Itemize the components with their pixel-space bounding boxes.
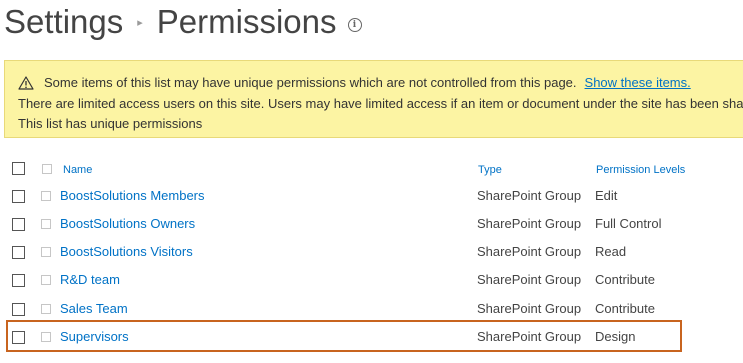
alert-line-unique-items: Some items of this list may have unique … [18,75,691,90]
list-header-row: Name Type Permission Levels [0,154,743,182]
alert-text-unique-items: Some items of this list may have unique … [44,75,577,90]
alert-text-limited-access: There are limited access users on this s… [18,96,743,111]
group-name-link[interactable]: BoostSolutions Members [60,188,205,203]
permission-level: Read [595,244,627,259]
warning-icon [18,75,34,90]
column-header-type[interactable]: Type [478,164,502,176]
column-header-permission-levels[interactable]: Permission Levels [596,164,685,176]
group-name-link[interactable]: Sales Team [60,301,128,316]
group-icon [41,247,51,257]
show-these-items-link[interactable]: Show these items. [585,75,691,90]
group-type: SharePoint Group [477,272,582,287]
table-row[interactable]: BoostSolutions Visitors SharePoint Group… [0,238,743,266]
breadcrumb-permissions: Permissions [156,3,337,40]
permissions-alert-bar: Some items of this list may have unique … [4,60,743,138]
breadcrumb-settings[interactable]: Settings [4,3,123,41]
header-type-icon [42,164,52,174]
row-highlight-box [6,320,682,352]
table-row[interactable]: BoostSolutions Owners SharePoint Group F… [0,210,743,238]
table-row[interactable]: BoostSolutions Members SharePoint Group … [0,182,743,210]
group-icon [41,304,51,314]
row-checkbox[interactable] [12,274,25,287]
table-row[interactable]: R&D team SharePoint Group Contribute [0,266,743,294]
alert-text-unique-permissions: This list has unique permissions [18,116,203,131]
group-type: SharePoint Group [477,216,582,231]
select-all-checkbox[interactable] [12,162,25,175]
row-checkbox[interactable] [12,190,25,203]
group-type: SharePoint Group [477,244,582,259]
group-name-link[interactable]: BoostSolutions Owners [60,216,195,231]
column-header-name[interactable]: Name [63,164,92,176]
group-name-link[interactable]: R&D team [60,272,120,287]
permission-level: Contribute [595,301,655,316]
group-name-link[interactable]: BoostSolutions Visitors [60,244,193,259]
breadcrumb-separator-icon: ▸ [137,16,143,29]
table-row[interactable]: Sales Team SharePoint Group Contribute [0,295,743,323]
info-icon[interactable]: i [347,18,362,32]
group-icon [41,219,51,229]
group-type: SharePoint Group [477,301,582,316]
row-checkbox[interactable] [12,303,25,316]
page-title: Settings ▸ Permissions i [4,0,362,44]
group-icon [41,275,51,285]
group-type: SharePoint Group [477,188,582,203]
group-icon [41,191,51,201]
row-checkbox[interactable] [12,246,25,259]
row-checkbox[interactable] [12,218,25,231]
permission-level: Edit [595,188,618,203]
permission-level: Contribute [595,272,655,287]
permission-level: Full Control [595,216,662,231]
